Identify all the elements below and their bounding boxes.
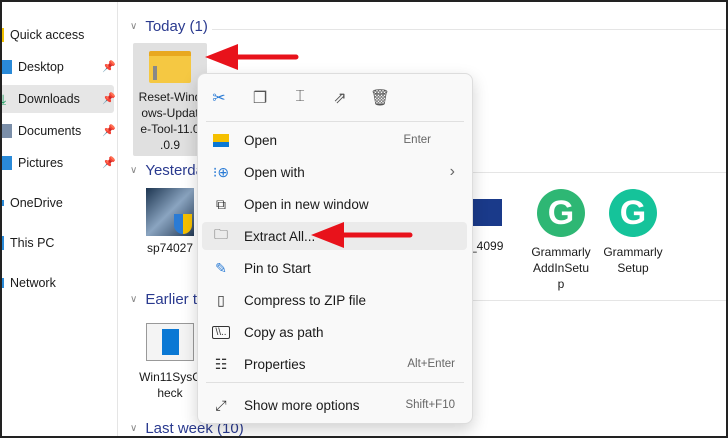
red-arrow-to-extract-all bbox=[311, 222, 413, 248]
red-arrow-to-file bbox=[205, 44, 299, 70]
annotation-arrows bbox=[205, 44, 413, 248]
